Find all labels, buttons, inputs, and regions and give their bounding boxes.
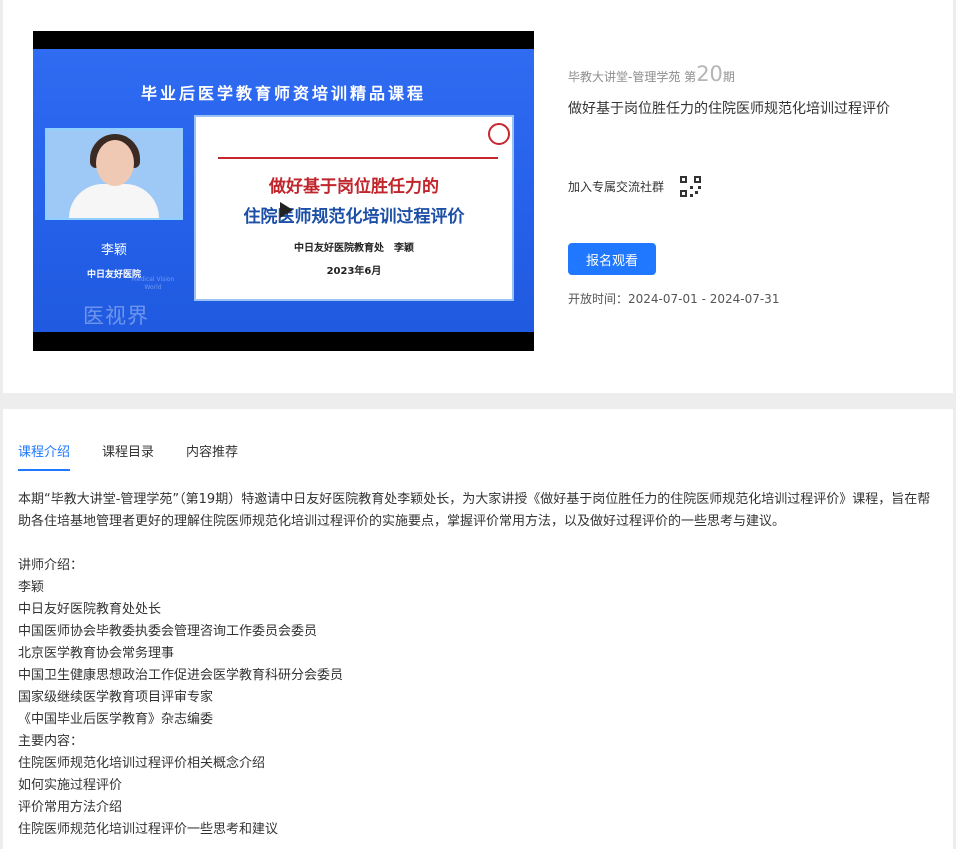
slide-content-panel: 做好基于岗位胜任力的 住院医师规范化培训过程评价 中日友好医院教育处 李颖 20…: [194, 115, 514, 301]
slide-author: 中日友好医院教育处 李颖: [294, 243, 414, 254]
intro-line: 如何实施过程评价: [18, 778, 123, 793]
tab-recommendations[interactable]: 内容推荐: [186, 441, 238, 471]
play-icon[interactable]: [274, 199, 296, 221]
intro-line: 评价常用方法介绍: [18, 800, 123, 815]
intro-line: 住院医师规范化培训过程评价一些思考和建议: [18, 822, 279, 837]
signup-button[interactable]: 报名观看: [568, 243, 656, 275]
course-title: 做好基于岗位胜任力的住院医师规范化培训过程评价: [568, 101, 890, 117]
series-label: 毕教大讲堂-管理学苑 第20期: [568, 62, 938, 86]
intro-line: 北京医学教育协会常务理事: [18, 646, 175, 661]
video-slide: 毕业后医学教育师资培训精品课程 李颖 中日友好医院 Medical Vision…: [33, 49, 534, 332]
intro-line: 住院医师规范化培训过程评价相关概念介绍: [18, 756, 266, 771]
join-group-row[interactable]: 加入专属交流社群: [568, 176, 702, 197]
course-detail-card: 课程介绍 课程目录 内容推荐 本期“毕教大讲堂-管理学苑”（第19期）特邀请中日…: [3, 409, 953, 849]
intro-line: 讲师介绍：: [18, 558, 84, 573]
course-info: 毕教大讲堂-管理学苑 第20期 做好基于岗位胜任力的住院医师规范化培训过程评价: [568, 62, 938, 118]
slide-header: 毕业后医学教育师资培训精品课程: [140, 84, 426, 103]
issue-number: 20: [696, 62, 723, 86]
open-time-label: 开放时间：: [568, 292, 629, 306]
qr-code-icon[interactable]: [680, 176, 702, 197]
tab-course-intro[interactable]: 课程介绍: [18, 441, 71, 471]
join-group-label: 加入专属交流社群: [568, 180, 665, 194]
issue-prefix: 第: [684, 70, 697, 84]
slide-title-line2: 住院医师规范化培训过程评价: [243, 207, 465, 227]
divider: [218, 157, 498, 159]
intro-line: 李颖: [18, 580, 45, 595]
issue-suffix: 期: [722, 70, 735, 84]
slide-date: 2023年6月: [326, 266, 382, 277]
hospital-logo-icon: [488, 123, 510, 145]
slide-title-line1: 做好基于岗位胜任力的: [269, 177, 439, 197]
watermark-en: Medical Vision World: [131, 276, 175, 291]
video-player[interactable]: 毕业后医学教育师资培训精品课程 李颖 中日友好医院 Medical Vision…: [33, 31, 534, 351]
speaker-video: [45, 128, 183, 220]
open-time: 开放时间：2024-07-01 - 2024-07-31: [568, 290, 779, 307]
course-header-card: 毕业后医学教育师资培训精品课程 李颖 中日友好医院 Medical Vision…: [3, 0, 953, 393]
watermark: 医视界: [83, 304, 149, 328]
open-time-value: 2024-07-01 - 2024-07-31: [628, 292, 780, 306]
intro-line: 《中国毕业后医学教育》杂志编委: [18, 712, 214, 727]
speaker-name: 李颖: [100, 243, 127, 258]
course-intro: 本期“毕教大讲堂-管理学苑”（第19期）特邀请中日友好医院教育处李颖处长，为大家…: [18, 489, 938, 841]
tab-bar: 课程介绍 课程目录 内容推荐: [18, 441, 270, 471]
tab-course-catalog[interactable]: 课程目录: [102, 441, 154, 471]
intro-line: 主要内容：: [18, 734, 84, 749]
intro-line: 中日友好医院教育处处长: [18, 602, 162, 617]
series-name: 毕教大讲堂-管理学苑: [568, 70, 681, 84]
intro-line: 国家级继续医学教育项目评审专家: [18, 690, 214, 705]
intro-line: 中国卫生健康思想政治工作促进会医学教育科研分会委员: [18, 668, 344, 683]
intro-paragraph: 本期“毕教大讲堂-管理学苑”（第19期）特邀请中日友好医院教育处李颖处长，为大家…: [18, 492, 931, 529]
intro-line: 中国医师协会毕教委执委会管理咨询工作委员会委员: [18, 624, 318, 639]
